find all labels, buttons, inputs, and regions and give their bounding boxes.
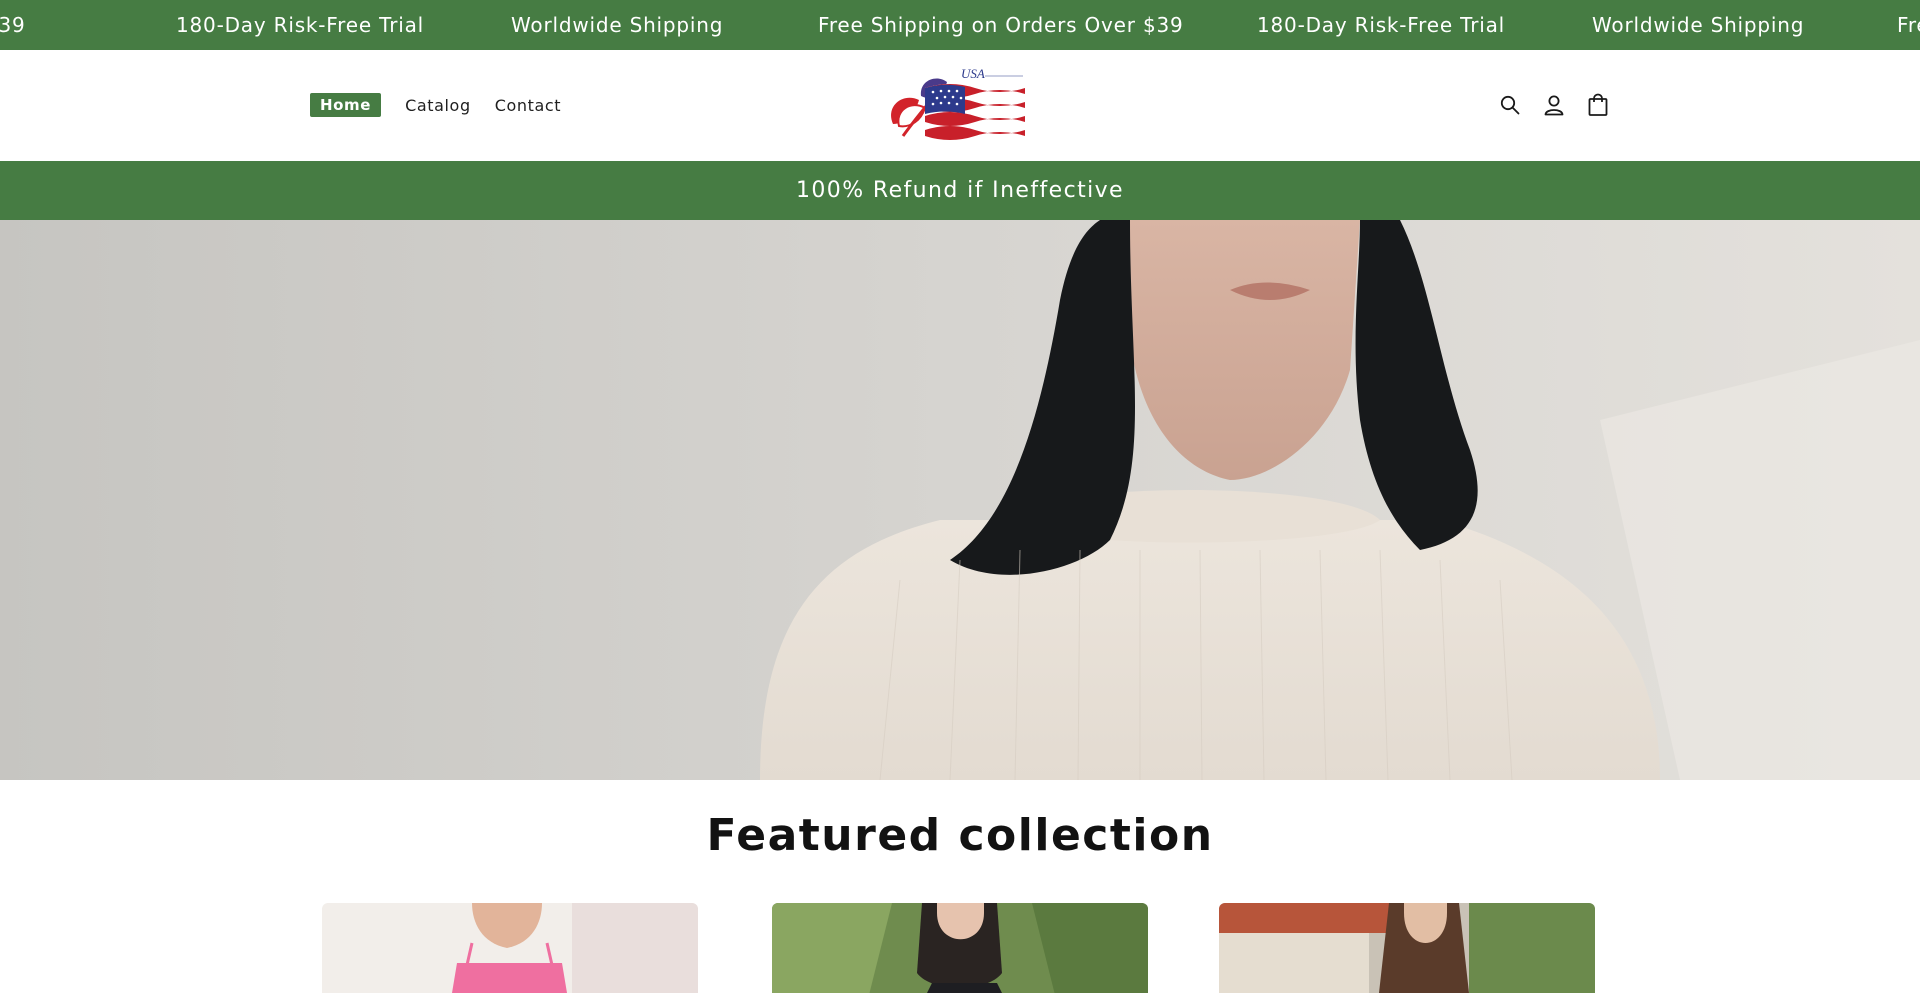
product-card-2[interactable] <box>772 903 1148 993</box>
nav-catalog[interactable]: Catalog <box>405 96 471 115</box>
product-card-1[interactable] <box>322 903 698 993</box>
announcement-item: Free Shipping on Orders Over $39 <box>1897 13 1920 37</box>
featured-collection-title: Featured collection <box>706 810 1214 861</box>
announcement-item: 180-Day Risk-Free Trial <box>176 13 424 37</box>
nav-contact[interactable]: Contact <box>495 96 561 115</box>
hero-illustration <box>0 220 1920 780</box>
logo-text: USA <box>961 66 985 81</box>
product-image <box>772 903 1148 993</box>
hero-image <box>0 220 1920 780</box>
product-image <box>322 903 698 993</box>
refund-banner: 100% Refund if Ineffective <box>0 161 1920 220</box>
header-icons <box>1498 92 1630 118</box>
nav-home[interactable]: Home <box>310 93 382 117</box>
usa-flag-logo-icon: USA <box>891 66 1025 142</box>
announcement-track: Free Shipping on Orders Over $39 180-Day… <box>0 0 1920 50</box>
announcement-item: Worldwide Shipping <box>1592 13 1805 37</box>
cart-icon[interactable] <box>1586 92 1610 118</box>
announcement-item: 180-Day Risk-Free Trial <box>1257 13 1505 37</box>
refund-text: 100% Refund if Ineffective <box>796 178 1124 203</box>
announcement-bar: Free Shipping on Orders Over $39 180-Day… <box>0 0 1920 50</box>
store-logo[interactable]: USA <box>885 66 1027 142</box>
product-image <box>1219 903 1595 993</box>
site-header: Home Catalog Contact USA <box>0 50 1920 161</box>
announcement-item: Free Shipping on Orders Over $39 <box>0 13 26 37</box>
announcement-item: Free Shipping on Orders Over $39 <box>818 13 1184 37</box>
announcement-item: Worldwide Shipping <box>511 13 724 37</box>
main-nav: Home Catalog Contact <box>310 93 585 117</box>
account-icon[interactable] <box>1542 92 1566 118</box>
product-card-3[interactable] <box>1219 903 1595 993</box>
search-icon[interactable] <box>1498 92 1522 118</box>
